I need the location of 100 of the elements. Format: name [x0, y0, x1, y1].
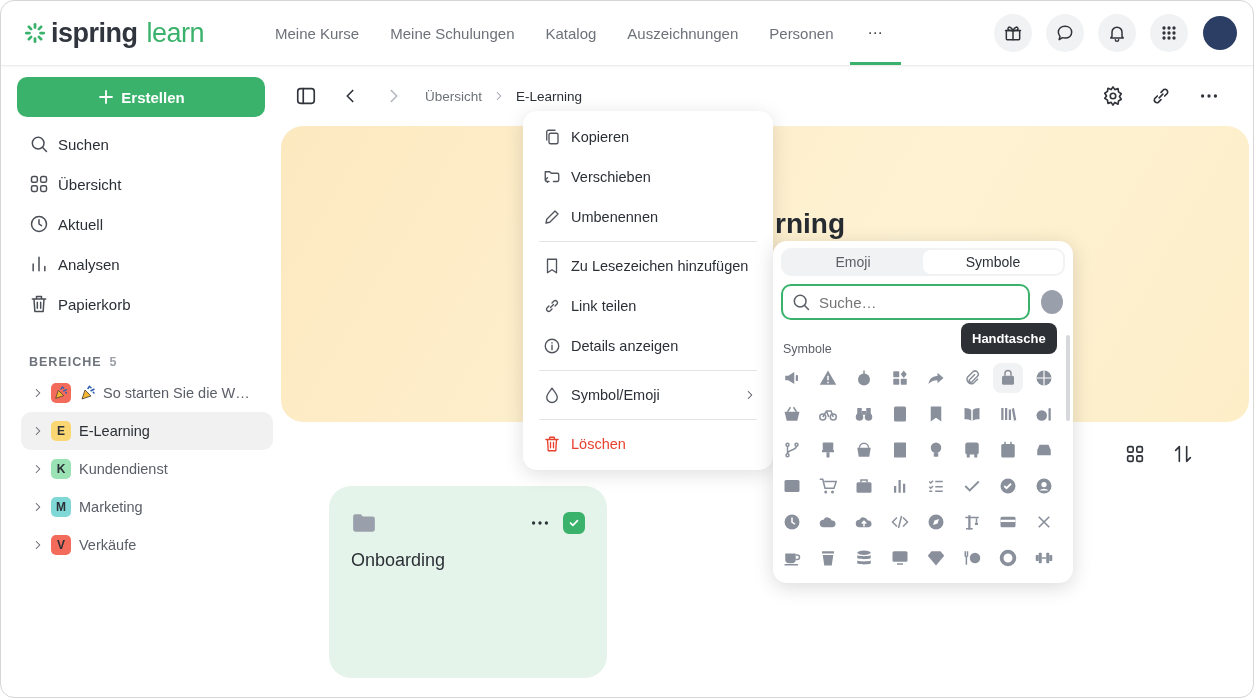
folder-card[interactable]: Onboarding [329, 486, 607, 678]
cutlery-plate-icon[interactable] [963, 549, 981, 567]
breadcrumb-link[interactable]: Übersicht [425, 88, 483, 104]
search-field[interactable]: Suche… [781, 284, 1030, 320]
area-badge: K [51, 459, 71, 479]
sidebar-item[interactable]: Übersicht [17, 164, 265, 204]
search-icon [791, 292, 811, 312]
pencil-icon [543, 208, 561, 226]
menu-item[interactable]: Symbol/Emoji [523, 375, 773, 415]
database-icon[interactable] [855, 549, 873, 567]
books-icon[interactable] [999, 405, 1017, 423]
nav-tab[interactable]: Meine Schulungen [375, 1, 530, 65]
nav-tab[interactable]: Auszeichnungen [612, 1, 754, 65]
checkbox[interactable] [563, 512, 585, 534]
chat-icon [1055, 23, 1075, 43]
sidebar-item[interactable]: Aktuell [17, 204, 265, 244]
menu-item[interactable]: Löschen [523, 424, 773, 464]
card-title: Onboarding [351, 550, 447, 571]
area-item[interactable]: E E-Learning [21, 412, 273, 450]
bus-icon[interactable] [963, 441, 981, 459]
user-circle-icon[interactable] [1035, 477, 1053, 495]
sidebar-item[interactable]: Papierkorb [17, 284, 265, 324]
bucket-icon[interactable] [855, 441, 873, 459]
binoculars-icon[interactable] [855, 405, 873, 423]
area-label: So starten Sie die W… [103, 385, 250, 401]
sidebar-item[interactable]: Suchen [17, 124, 265, 164]
section-label: Symbole [783, 342, 833, 356]
basket-icon[interactable] [783, 405, 801, 423]
move-icon [543, 168, 561, 186]
code-icon[interactable] [891, 513, 909, 531]
sort-icon[interactable] [1172, 443, 1194, 465]
symbol-option[interactable] [993, 363, 1023, 393]
nav-tab[interactable]: Personen [754, 1, 849, 65]
area-label: Verkäufe [79, 537, 137, 553]
basketball-icon[interactable] [1035, 369, 1053, 387]
search-icon [29, 134, 49, 154]
area-item[interactable]: V Verkäufe [21, 526, 273, 564]
logo-icon [24, 22, 46, 44]
sidebar-toggle-icon[interactable] [295, 85, 317, 107]
bowling-icon[interactable] [1035, 405, 1053, 423]
menu-item[interactable]: Zu Lesezeichen hinzufügen [523, 246, 773, 286]
cart-icon[interactable] [819, 477, 837, 495]
paperclip-icon[interactable] [963, 369, 981, 387]
ring-icon[interactable] [999, 549, 1017, 567]
menu-item[interactable]: Kopieren [523, 117, 773, 157]
warning-icon[interactable] [819, 369, 837, 387]
drink-cup-icon[interactable] [819, 549, 837, 567]
calendar-icon[interactable] [999, 441, 1017, 459]
area-badge: M [51, 497, 71, 517]
sidebar-item[interactable]: Analysen [17, 244, 265, 284]
gift-button[interactable] [994, 14, 1032, 52]
grid-view-icon[interactable] [1124, 443, 1146, 465]
area-item[interactable]: K Kundendienst [21, 450, 273, 488]
briefcase-icon[interactable] [855, 477, 873, 495]
shapes-icon[interactable] [891, 369, 909, 387]
nav-tab[interactable]: ⋯ [849, 1, 901, 65]
menu-item[interactable]: Umbenennen [523, 197, 773, 237]
link-icon [543, 297, 561, 315]
nav-tab[interactable]: Katalog [530, 1, 612, 65]
area-item[interactable]: M Marketing [21, 488, 273, 526]
close-icon[interactable] [1035, 513, 1053, 531]
avatar[interactable] [1203, 16, 1237, 50]
menu-item[interactable]: Link teilen [523, 286, 773, 326]
drop-icon [543, 386, 561, 404]
compass-icon[interactable] [927, 513, 945, 531]
clock-icon [29, 214, 49, 234]
check-circle-icon[interactable] [999, 477, 1017, 495]
area-label: E-Learning [79, 423, 150, 439]
brush-icon[interactable] [819, 441, 837, 459]
section-count: 5 [109, 355, 118, 369]
open-book-icon[interactable] [963, 405, 981, 423]
crane-icon[interactable] [963, 513, 981, 531]
plus-icon [97, 88, 116, 106]
area-badge: V [51, 535, 71, 555]
area-label: Marketing [79, 499, 143, 515]
nav-tab[interactable]: Meine Kurse [260, 1, 375, 65]
diamond-icon[interactable] [927, 549, 945, 567]
section-title: BEREICHE [29, 355, 102, 369]
grid-icon [29, 174, 49, 194]
menu-item[interactable]: Verschieben [523, 157, 773, 197]
color-swatch[interactable] [1041, 290, 1063, 314]
picker-tab[interactable]: Emoji [783, 250, 923, 274]
megaphone-icon[interactable] [783, 369, 801, 387]
monitor-icon[interactable] [891, 549, 909, 567]
chat-button[interactable] [1046, 14, 1084, 52]
gift-icon [1003, 23, 1023, 43]
party-popper-icon [79, 384, 97, 402]
logo-brand: ispring [51, 17, 138, 49]
banner-title: rning [775, 210, 845, 238]
apps-grid-button[interactable] [1150, 14, 1188, 52]
bell-button[interactable] [1098, 14, 1136, 52]
bar-chart-icon [29, 254, 49, 274]
branch-icon[interactable] [783, 441, 801, 459]
settings-icon[interactable] [1102, 85, 1124, 107]
clock-icon[interactable] [783, 513, 801, 531]
area-item[interactable]: So starten Sie die W… [21, 374, 273, 412]
menu-item[interactable]: Details anzeigen [523, 326, 773, 366]
breadcrumb-link[interactable]: E-Learning [516, 88, 583, 104]
checklist-icon[interactable] [927, 477, 945, 495]
picker-tab[interactable]: Symbole [923, 250, 1063, 274]
